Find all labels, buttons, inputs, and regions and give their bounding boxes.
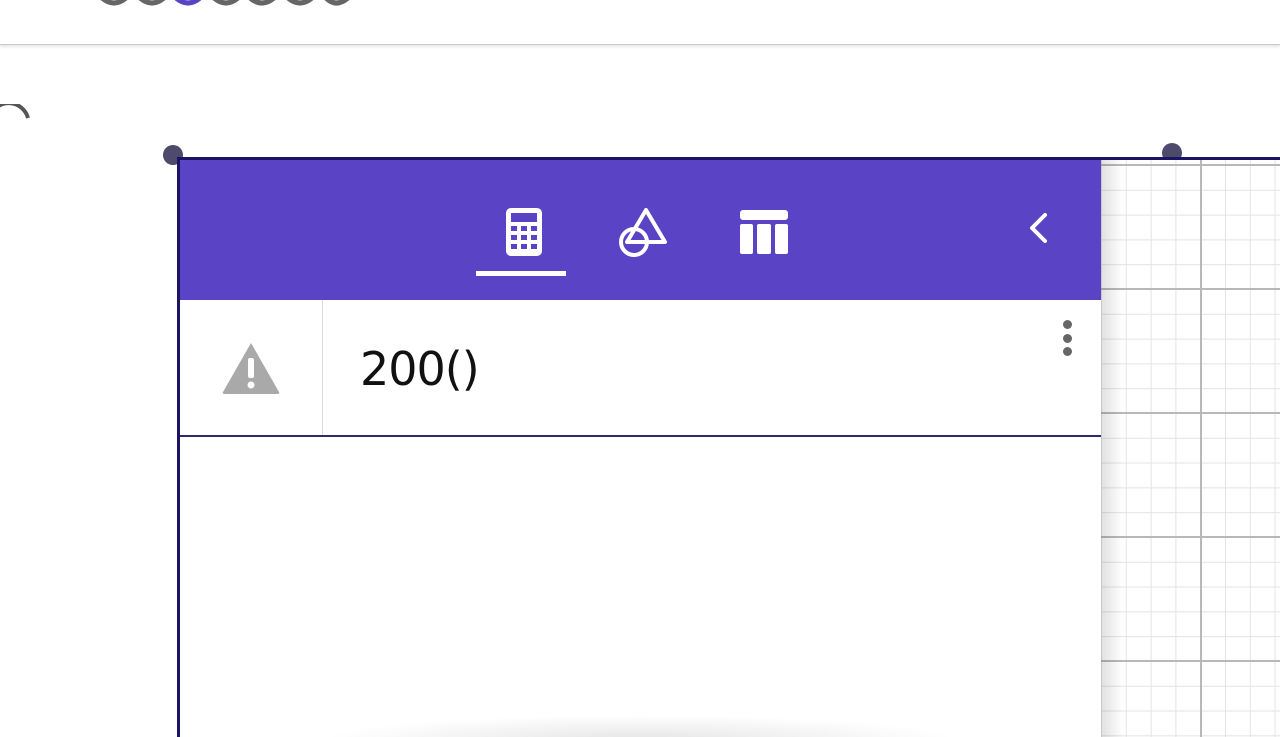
loading-spinner-icon <box>0 104 30 119</box>
top-app-bar <box>0 0 1280 45</box>
row-menu-button[interactable] <box>1054 316 1080 360</box>
collapse-panel-button[interactable] <box>1020 208 1056 248</box>
row-status-marker <box>180 300 323 435</box>
algebra-panel: 200() <box>180 160 1101 737</box>
calculator-icon <box>506 208 542 256</box>
algebra-header <box>180 160 1101 300</box>
algebra-input-row[interactable]: 200() <box>180 300 1101 437</box>
panel-bottom-shadow <box>320 715 960 737</box>
graphics-view-edge-shadow <box>1101 160 1123 737</box>
more-vert-icon-dot <box>1062 347 1072 356</box>
warning-icon <box>222 342 280 394</box>
table-icon <box>740 210 788 254</box>
tab-table[interactable] <box>734 202 794 262</box>
shapes-icon <box>619 208 667 257</box>
more-vert-icon <box>1062 320 1072 329</box>
geogebra-applet: 200() <box>177 157 1280 737</box>
geogebra-logo-fragment <box>100 0 350 6</box>
chevron-left-icon <box>1030 213 1047 243</box>
graphics-view[interactable] <box>1101 160 1280 737</box>
expression-text[interactable]: 200() <box>360 342 480 396</box>
tab-algebra[interactable] <box>494 202 554 262</box>
selected-tab-indicator <box>476 271 566 276</box>
tab-tools[interactable] <box>612 202 672 262</box>
more-vert-icon-dot <box>1062 333 1072 343</box>
